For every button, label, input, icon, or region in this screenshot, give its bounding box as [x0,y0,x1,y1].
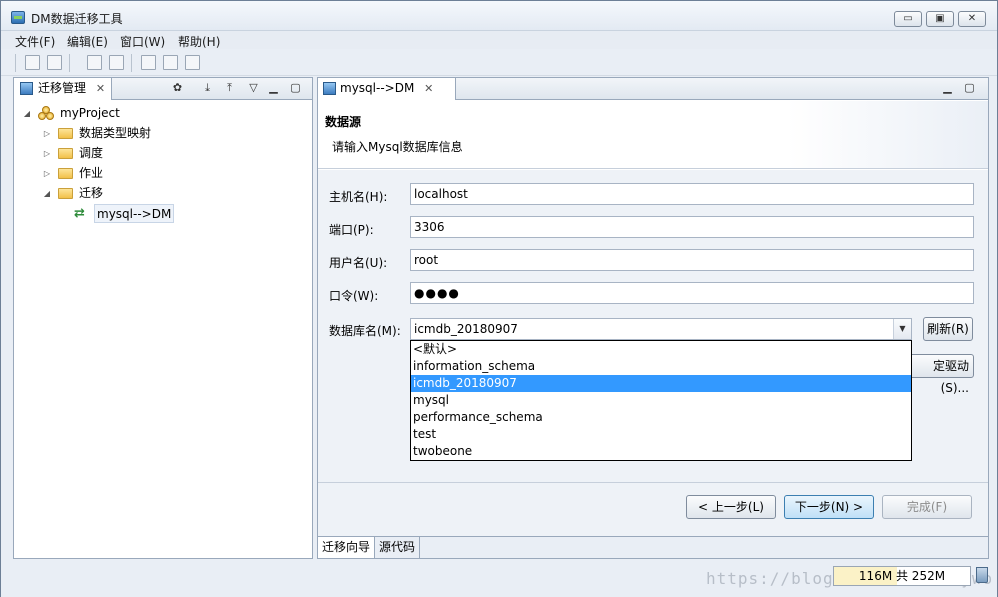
minimize-editor-icon[interactable]: ▁ [940,81,955,96]
close-window-button[interactable]: ✕ [958,11,986,27]
host-input[interactable]: localhost [410,183,974,205]
heap-status-text: 116M 共 252M [858,569,946,583]
migration-manager-view: 迁移管理 ✕ ✿ ⤓ ⤒ ▽ ▁ ▢ ◢ myProject ▷ 数据类型映射 [13,77,313,559]
project-icon [38,106,54,121]
next-button[interactable]: 下一步(N) > [784,495,874,519]
dropdown-option[interactable]: information_schema [411,358,911,375]
tree-node-label: myProject [60,106,120,120]
collapsed-arrow-icon[interactable]: ▷ [42,164,52,183]
tab-source-code[interactable]: 源代码 [375,537,421,558]
menu-edit[interactable]: 编辑(E) [67,33,108,50]
menu-bar: 文件(F) 编辑(E) 窗口(W) 帮助(H) [1,31,997,49]
menu-help[interactable]: 帮助(H) [178,33,220,50]
dropdown-option[interactable]: test [411,426,911,443]
view-menu-chevron-icon[interactable]: ▽ [246,81,261,96]
tab-migration-wizard[interactable]: 迁移向导 [318,537,376,558]
toolbar-separator [69,54,70,72]
close-icon[interactable]: ✕ [96,82,105,95]
garbage-collect-icon[interactable] [976,567,988,583]
folder-icon [58,168,73,179]
save-icon[interactable] [25,55,40,70]
back-button[interactable]: < 上一步(L) [686,495,776,519]
refresh-button[interactable]: 刷新(R) [923,317,973,341]
heap-status[interactable]: 116M 共 252M [833,566,971,586]
undo-icon[interactable] [87,55,102,70]
close-icon[interactable]: ✕ [424,82,433,95]
dropdown-option[interactable]: twobeone [411,443,911,460]
migration-editor: mysql-->DM ✕ ▁ ▢ 数据源 请输入Mysql数据库信息 主机名(H… [317,77,989,559]
folder-icon [58,188,73,199]
toolbar-separator [131,54,132,72]
collapsed-arrow-icon[interactable]: ▷ [42,124,52,143]
import-icon[interactable]: ⤓ [200,81,215,96]
toolbar-separator [15,54,16,72]
dropdown-option[interactable]: mysql [411,392,911,409]
tree-node-label: mysql-->DM [94,204,175,223]
view-tab-bar: 迁移管理 ✕ ✿ ⤓ ⤒ ▽ ▁ ▢ [14,78,312,100]
app-icon [11,11,25,24]
password-label: 口令(W): [329,289,379,303]
tab-label: 迁移管理 [38,81,87,95]
port-label: 端口(P): [329,223,374,237]
specify-driver-button[interactable]: 定驱动(S)... [904,354,974,395]
status-bar: https://blog.csdn.net/boywo 116M 共 252M [1,561,997,597]
title-bar: DM数据迁移工具 ▭ ▣ ✕ [1,1,997,31]
tree-node-label: 数据类型映射 [79,126,152,140]
tree-node-label: 作业 [79,166,104,180]
editor-tab-bar: mysql-->DM ✕ ▁ ▢ [318,78,988,100]
folder-icon [58,148,73,159]
wizard-header: 数据源 请输入Mysql数据库信息 [318,101,988,169]
migration-tab-icon [323,82,336,95]
finish-button[interactable]: 完成(F) [882,495,972,519]
tree-node-label: 迁移 [79,186,104,200]
database-label: 数据库名(M): [329,324,401,338]
migration-manager-icon [20,82,33,95]
wizard-title: 数据源 [325,115,362,129]
toolbar [1,50,997,76]
database-combo[interactable]: icmdb_20180907 ▼ [410,318,912,340]
wizard-description: 请输入Mysql数据库信息 [332,140,463,154]
maximize-view-icon[interactable]: ▢ [288,81,303,96]
dropdown-option-default[interactable]: <默认> [411,341,911,358]
folder-icon [58,128,73,139]
maximize-button[interactable]: ▣ [926,11,954,27]
database-dropdown-list: <默认> information_schema icmdb_20180907 m… [410,340,912,461]
maximize-editor-icon[interactable]: ▢ [962,81,977,96]
expanded-arrow-icon[interactable]: ◢ [22,104,32,123]
dropdown-option-selected[interactable]: icmdb_20180907 [411,375,911,392]
menu-window[interactable]: 窗口(W) [120,33,165,50]
expanded-arrow-icon[interactable]: ◢ [42,184,52,203]
minimize-button[interactable]: ▭ [894,11,922,27]
export-icon[interactable]: ⤒ [222,81,237,96]
tab-migration-manager[interactable]: 迁移管理 ✕ [14,78,113,100]
host-label: 主机名(H): [329,190,388,204]
app-window: DM数据迁移工具 ▭ ▣ ✕ 文件(F) 编辑(E) 窗口(W) 帮助(H) 迁… [0,0,998,597]
tree-node-label: 调度 [79,146,104,160]
cut-icon[interactable] [141,55,156,70]
menu-file[interactable]: 文件(F) [15,33,55,50]
window-title: DM数据迁移工具 [31,12,123,26]
user-input[interactable]: root [410,249,974,271]
minimize-view-icon[interactable]: ▁ [266,81,281,96]
copy-icon[interactable] [163,55,178,70]
wizard-footer: < 上一步(L) 下一步(N) > 完成(F) [318,482,988,536]
database-combo-value: icmdb_20180907 [414,322,518,336]
password-input[interactable]: ●●●● [410,282,974,304]
migration-arrows-icon: ⇄ [74,206,85,221]
new-project-icon[interactable]: ✿ [170,81,185,96]
user-label: 用户名(U): [329,256,388,270]
editor-bottom-tabs: 迁移向导 源代码 [318,536,988,558]
collapsed-arrow-icon[interactable]: ▷ [42,144,52,163]
port-input[interactable]: 3306 [410,216,974,238]
tab-label: mysql-->DM [340,81,415,95]
paste-icon[interactable] [185,55,200,70]
save-all-icon[interactable] [47,55,62,70]
dropdown-option[interactable]: performance_schema [411,409,911,426]
dropdown-arrow-icon[interactable]: ▼ [893,319,911,339]
redo-icon[interactable] [109,55,124,70]
tab-mysql-to-dm[interactable]: mysql-->DM ✕ [318,78,457,100]
